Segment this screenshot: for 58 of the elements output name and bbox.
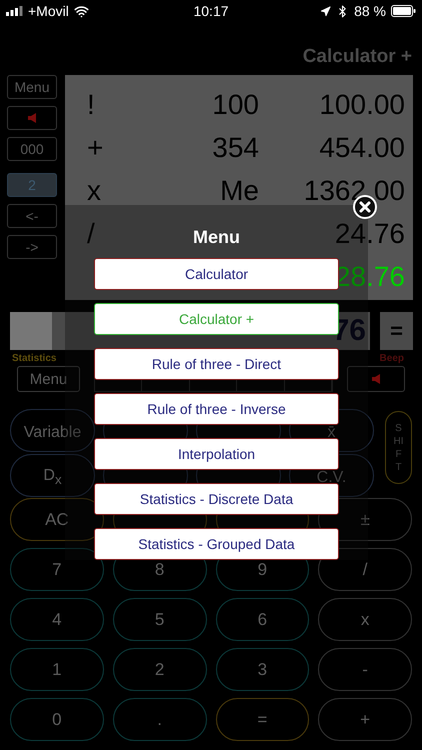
menu-item[interactable]: Rule of three - Direct [94,348,339,380]
digit-key[interactable]: 5 [112,598,206,641]
digit-key[interactable]: . [112,698,206,741]
digit-key[interactable]: 7 [10,548,104,591]
tape-operator: + [87,134,104,162]
tape-operator: ! [87,90,95,118]
menu-item[interactable]: Calculator + [94,303,339,335]
side-button[interactable]: Menu [7,75,57,99]
function-key[interactable]: Variable [10,409,95,452]
digit-key[interactable]: 4 [10,598,104,641]
menu-item[interactable]: Calculator [94,258,339,290]
menu-item[interactable]: Statistics - Discrete Data [94,483,339,515]
digit-key[interactable]: 0 [10,698,104,741]
tape-value: Me [220,176,259,204]
beep-label: Beep [380,352,404,364]
side-button[interactable]: -> [7,235,57,259]
carrier-name: +Movil [28,3,69,19]
status-time: 10:17 [193,3,229,19]
menu-item[interactable]: Statistics - Grouped Data [94,528,339,560]
speaker-icon [28,113,36,123]
digit-key[interactable]: 2 [112,648,206,691]
battery-icon [391,5,416,17]
side-button[interactable]: <- [7,204,57,228]
digit-key[interactable]: 6 [216,598,310,641]
menu-item[interactable]: Rule of three - Inverse [94,393,339,425]
dialog-title: Menu [193,227,240,249]
location-icon [320,6,332,16]
tape-result: 1362.00 [304,176,405,204]
menu-item[interactable]: Interpolation [94,438,339,470]
tape-value: 354 [212,134,259,162]
signal-icon [6,6,23,16]
indicator-panel [10,312,52,350]
calculator-key[interactable]: AC [10,498,104,541]
beep-button[interactable] [347,366,405,392]
calculator-key[interactable]: - [318,648,412,691]
tape-operator: x [87,176,101,204]
digit-key[interactable]: 1 [10,648,104,691]
shift-button[interactable]: SHIFT [385,411,412,484]
tape-value: 100 [212,90,259,118]
tape-result: 24.76 [334,220,405,248]
calculator-key[interactable]: x [318,598,412,641]
calculator-key[interactable]: + [318,698,412,741]
tape-operator: / [87,220,95,248]
function-key[interactable]: D$_{x}$ [10,454,95,497]
speaker-icon [372,374,380,384]
calculator-key[interactable]: / [318,548,412,591]
equals-button[interactable]: = [380,312,413,350]
menu-button[interactable]: Menu [17,366,80,392]
tape-result: 454.00 [319,134,405,162]
sound-button[interactable] [7,106,57,130]
side-button[interactable]: 000 [7,137,57,161]
wifi-icon [74,4,89,18]
calculator-key[interactable]: = [216,698,310,741]
tape-result: 100.00 [319,90,405,118]
mode-label: Statistics [12,352,56,364]
digit-key[interactable]: 3 [216,648,310,691]
battery-percent: 88 % [354,3,386,19]
app-title: Calculator + [302,46,412,68]
